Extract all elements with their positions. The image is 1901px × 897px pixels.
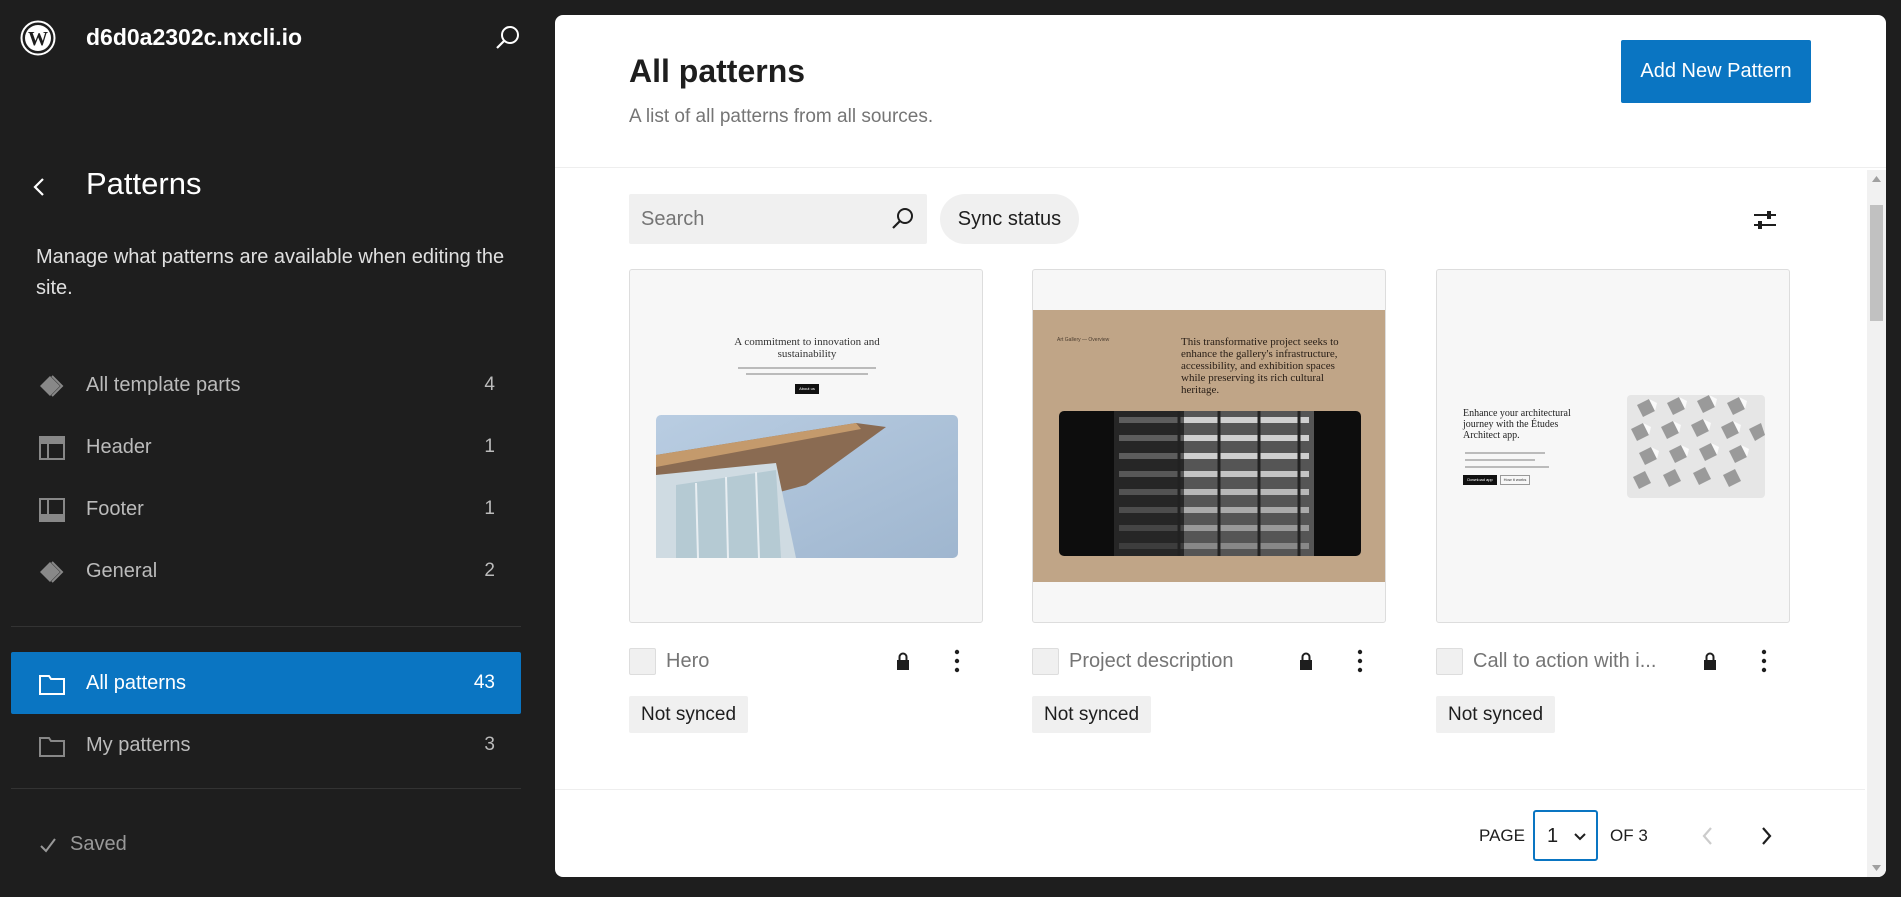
sidebar-description: Manage what patterns are available when … — [36, 246, 505, 299]
scrollbar-thumb[interactable] — [1870, 205, 1883, 321]
select-checkbox[interactable] — [1436, 648, 1463, 675]
patterns-nav: All patterns 43 My patterns 3 — [11, 652, 521, 776]
more-options-icon[interactable] — [1350, 645, 1370, 677]
nav-divider — [11, 626, 521, 627]
scroll-up-arrow-icon[interactable] — [1871, 175, 1882, 183]
preview-text-line — [738, 367, 876, 369]
wordpress-logo-icon[interactable]: W — [20, 20, 56, 56]
preview-heading: This transformative project seeks to enh… — [1181, 336, 1339, 396]
main-panel: All patterns A list of all patterns from… — [555, 15, 1886, 877]
page-select[interactable]: 1 — [1533, 810, 1598, 861]
view-options-icon[interactable] — [1749, 204, 1781, 236]
preview-button: How it works — [1500, 475, 1530, 485]
sidebar-item-general[interactable]: General 2 — [11, 540, 521, 602]
lock-icon — [1300, 652, 1312, 670]
scrollbar[interactable] — [1867, 170, 1886, 877]
search-icon — [892, 208, 913, 229]
search-icon[interactable] — [492, 22, 524, 54]
preview-button: Download app — [1463, 475, 1497, 485]
footer-divider — [555, 789, 1865, 790]
more-options-icon[interactable] — [1754, 645, 1774, 677]
back-chevron-icon[interactable] — [24, 170, 54, 204]
sidebar-item-count: 3 — [484, 734, 495, 755]
building-photo — [1059, 411, 1361, 556]
pattern-preview[interactable]: Enhance your architectural journey with … — [1436, 269, 1790, 623]
sidebar-item-count: 4 — [484, 374, 495, 395]
sidebar-item-header[interactable]: Header 1 — [11, 416, 521, 478]
preview-button: About us — [795, 384, 819, 394]
previous-page-icon[interactable] — [1696, 821, 1720, 851]
svg-text:W: W — [28, 28, 48, 50]
pattern-title[interactable]: Project description — [1069, 650, 1234, 673]
sidebar-item-all-template-parts[interactable]: All template parts 4 — [11, 354, 521, 416]
sidebar-item-all-patterns[interactable]: All patterns 43 — [11, 652, 521, 714]
footer-layout-icon — [39, 498, 65, 522]
sidebar-item-my-patterns[interactable]: My patterns 3 — [11, 714, 521, 776]
sidebar-item-count: 1 — [484, 436, 495, 457]
add-new-pattern-button[interactable]: Add New Pattern — [1621, 40, 1811, 103]
sidebar-item-count: 1 — [484, 498, 495, 519]
sidebar-item-label: Footer — [86, 497, 144, 520]
sidebar-item-label: Header — [86, 435, 152, 458]
select-checkbox[interactable] — [629, 648, 656, 675]
sidebar-item-label: All template parts — [86, 373, 241, 396]
header-divider — [555, 167, 1886, 168]
preview-list-line — [1465, 452, 1545, 454]
building-photo — [656, 415, 958, 558]
save-status-label: Saved — [70, 833, 127, 855]
template-parts-nav: All template parts 4 Header 1 Footer 1 G… — [11, 354, 521, 602]
diamond-icon — [40, 561, 64, 583]
preview-list-line — [1465, 459, 1535, 461]
pattern-card: A commitment to innovation and sustainab… — [629, 269, 983, 733]
scroll-down-arrow-icon[interactable] — [1871, 864, 1882, 872]
pattern-title[interactable]: Call to action with i... — [1473, 650, 1656, 673]
diamond-icon — [40, 375, 64, 397]
sidebar-title: Patterns — [86, 166, 202, 201]
site-name[interactable]: d6d0a2302c.nxcli.io — [86, 24, 302, 51]
sidebar-item-label: My patterns — [86, 733, 191, 756]
preview-heading: Enhance your architectural journey with … — [1463, 408, 1571, 441]
sidebar-item-count: 43 — [473, 672, 495, 693]
preview-text-line — [746, 373, 868, 375]
page-title: All patterns — [629, 53, 806, 89]
search-input[interactable] — [641, 194, 881, 244]
page-total-label: OF 3 — [1610, 826, 1648, 845]
preview-list-line — [1465, 466, 1549, 468]
sync-status-filter[interactable]: Sync status — [940, 194, 1079, 244]
nav-divider — [11, 788, 521, 789]
sidebar-item-footer[interactable]: Footer 1 — [11, 478, 521, 540]
pattern-preview[interactable]: Art Gallery — Overview This transformati… — [1032, 269, 1386, 623]
sidebar-item-label: General — [86, 559, 158, 582]
pattern-preview[interactable]: A commitment to innovation and sustainab… — [629, 269, 983, 623]
page-label: PAGE — [1479, 826, 1525, 845]
chevron-down-icon — [1574, 833, 1586, 841]
pattern-title[interactable]: Hero — [666, 650, 709, 673]
sidebar-item-count: 2 — [484, 560, 495, 581]
search-field — [629, 194, 927, 244]
sidebar: W d6d0a2302c.nxcli.io Patterns Manage wh… — [0, 0, 547, 897]
next-page-icon[interactable] — [1754, 821, 1778, 851]
site-header: W d6d0a2302c.nxcli.io — [0, 0, 547, 76]
sync-status-badge: Not synced — [1436, 696, 1556, 733]
folder-icon — [39, 737, 65, 757]
header-layout-icon — [39, 436, 65, 460]
sidebar-item-label: All patterns — [86, 671, 187, 694]
check-icon — [40, 837, 56, 853]
preview-heading: A commitment to innovation and sustainab… — [734, 336, 880, 360]
pattern-card: Enhance your architectural journey with … — [1436, 269, 1790, 733]
sync-status-badge: Not synced — [629, 696, 749, 733]
lock-icon — [1704, 652, 1716, 670]
sync-status-badge: Not synced — [1032, 696, 1152, 733]
page-subtitle: A list of all patterns from all sources. — [629, 106, 934, 127]
save-status: Saved — [38, 833, 127, 856]
facade-photo — [1627, 395, 1765, 498]
lock-icon — [897, 652, 909, 670]
more-options-icon[interactable] — [947, 645, 967, 677]
folder-icon — [39, 675, 65, 695]
preview-small-text: Art Gallery — Overview — [1057, 337, 1110, 343]
pattern-card: Art Gallery — Overview This transformati… — [1032, 269, 1386, 733]
page-select-value: 1 — [1547, 825, 1559, 847]
select-checkbox[interactable] — [1032, 648, 1059, 675]
